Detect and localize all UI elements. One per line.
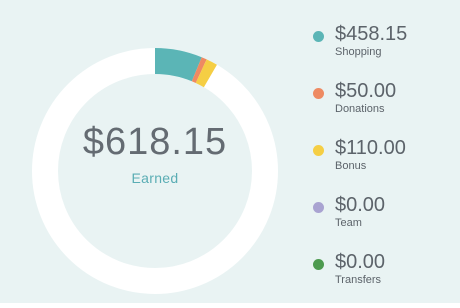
legend-label-transfers: Transfers xyxy=(335,274,382,286)
total-earned-label: Earned xyxy=(131,170,179,186)
legend-label-team: Team xyxy=(335,217,362,229)
donations-dot-icon xyxy=(313,88,324,99)
transfers-dot-icon xyxy=(313,259,324,270)
legend-label-bonus: Bonus xyxy=(335,160,367,172)
donut-chart: $618.15 Earned xyxy=(0,0,310,303)
donut-center: $618.15 Earned xyxy=(30,120,280,186)
legend-label-donations: Donations xyxy=(335,103,385,115)
chart-legend: $458.15 Shopping $50.00 Donations $110.0… xyxy=(313,22,453,307)
shopping-dot-icon xyxy=(313,31,324,42)
legend-label-shopping: Shopping xyxy=(335,46,382,58)
team-dot-icon xyxy=(313,202,324,213)
legend-item-donations: $50.00 Donations xyxy=(313,79,453,136)
legend-item-bonus: $110.00 Bonus xyxy=(313,136,453,193)
legend-value-shopping: $458.15 xyxy=(335,23,408,45)
legend-value-bonus: $110.00 xyxy=(335,137,406,159)
legend-value-transfers: $0.00 xyxy=(335,251,386,273)
earnings-panel: $618.15 Earned $458.15 Shopping $50.00 D… xyxy=(0,0,460,303)
legend-value-team: $0.00 xyxy=(335,194,386,216)
legend-item-shopping: $458.15 Shopping xyxy=(313,22,453,79)
bonus-dot-icon xyxy=(313,145,324,156)
legend-value-donations: $50.00 xyxy=(335,80,397,102)
total-earned-value: $618.15 xyxy=(82,121,228,163)
legend-item-transfers: $0.00 Transfers xyxy=(313,250,453,307)
legend-item-team: $0.00 Team xyxy=(313,193,453,250)
